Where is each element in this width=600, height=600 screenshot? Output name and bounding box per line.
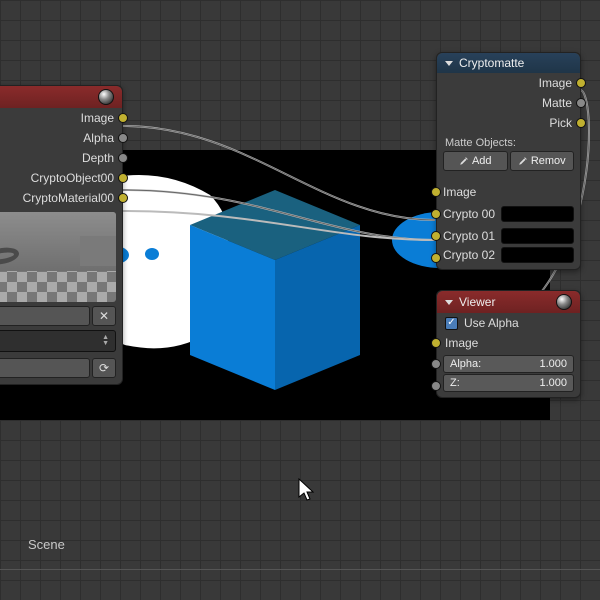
field-button[interactable] xyxy=(0,306,90,326)
close-button[interactable]: ✕ xyxy=(92,306,116,326)
input-socket-label: Crypto 01 xyxy=(443,229,495,243)
layer-dropdown[interactable]: ▲▼ xyxy=(0,330,116,352)
output-socket-label: Pick xyxy=(549,116,572,130)
input-socket-label: Image xyxy=(443,185,476,199)
socket-image-in[interactable] xyxy=(431,338,441,348)
use-alpha-checkbox[interactable] xyxy=(445,317,458,330)
remove-label: Remov xyxy=(531,155,566,167)
socket-crypto01-in[interactable] xyxy=(431,231,441,241)
add-matte-button[interactable]: Add xyxy=(443,151,508,171)
socket-alpha-in[interactable] xyxy=(431,359,441,369)
add-label: Add xyxy=(472,155,492,167)
crypto-slot[interactable] xyxy=(501,206,574,222)
input-socket-label: Crypto 00 xyxy=(443,207,495,221)
crypto-slot[interactable] xyxy=(501,228,574,244)
socket-image-out[interactable] xyxy=(576,78,586,88)
alpha-value: 1.000 xyxy=(539,358,567,370)
socket-cryptoobject-out[interactable] xyxy=(118,173,128,183)
crypto-slot[interactable] xyxy=(501,247,574,263)
socket-pick-out[interactable] xyxy=(576,118,586,128)
matte-objects-label: Matte Objects: xyxy=(437,133,580,151)
footer-divider xyxy=(0,569,600,570)
cryptomatte-node[interactable]: Cryptomatte Image Matte Pick Matte Objec… xyxy=(436,52,581,270)
collapse-icon[interactable] xyxy=(445,61,453,66)
output-socket-label: Depth xyxy=(82,151,114,165)
render-layers-header[interactable] xyxy=(0,86,122,108)
remove-matte-button[interactable]: Remov xyxy=(510,151,575,171)
socket-cryptomaterial-out[interactable] xyxy=(118,193,128,203)
z-label: Z: xyxy=(450,377,539,389)
input-socket-label: Image xyxy=(445,336,478,350)
preview-sphere-icon xyxy=(98,89,114,105)
render-layers-node[interactable]: Image Alpha Depth CryptoObject00 CryptoM… xyxy=(0,85,123,385)
socket-depth-out[interactable] xyxy=(118,153,128,163)
z-value-field[interactable]: Z:1.000 xyxy=(443,374,574,392)
input-socket-label: Crypto 02 xyxy=(443,248,495,262)
eyedropper-icon xyxy=(459,156,469,166)
node-title: Cryptomatte xyxy=(459,56,524,70)
collapse-icon[interactable] xyxy=(445,300,453,305)
cryptomatte-header[interactable]: Cryptomatte xyxy=(437,53,580,73)
socket-crypto02-in[interactable] xyxy=(431,253,441,263)
viewer-node[interactable]: Viewer Use Alpha Image Alpha:1.000 Z:1.0… xyxy=(436,290,581,398)
viewer-header[interactable]: Viewer xyxy=(437,291,580,313)
z-value: 1.000 xyxy=(539,377,567,389)
socket-alpha-out[interactable] xyxy=(118,133,128,143)
eyedropper-icon xyxy=(518,156,528,166)
alpha-value-field[interactable]: Alpha:1.000 xyxy=(443,355,574,373)
render-preview-thumbnail xyxy=(0,212,116,302)
socket-image-in[interactable] xyxy=(431,187,441,197)
socket-image-out[interactable] xyxy=(118,113,128,123)
node-title: Viewer xyxy=(459,295,495,309)
output-socket-label: Image xyxy=(81,111,114,125)
output-socket-label: CryptoObject00 xyxy=(31,171,114,185)
mouse-cursor xyxy=(298,478,318,504)
output-socket-label: CryptoMaterial00 xyxy=(23,191,114,205)
socket-z-in[interactable] xyxy=(431,381,441,391)
render-button[interactable] xyxy=(0,358,90,378)
output-socket-label: Image xyxy=(539,76,572,90)
socket-matte-out[interactable] xyxy=(576,98,586,108)
socket-crypto00-in[interactable] xyxy=(431,209,441,219)
alpha-label: Alpha: xyxy=(450,358,539,370)
scene-label: Scene xyxy=(28,537,65,552)
output-socket-label: Matte xyxy=(542,96,572,110)
output-socket-label: Alpha xyxy=(83,131,114,145)
preview-sphere-icon xyxy=(556,294,572,310)
use-alpha-label: Use Alpha xyxy=(464,316,519,330)
refresh-button[interactable]: ⟳ xyxy=(92,358,116,378)
